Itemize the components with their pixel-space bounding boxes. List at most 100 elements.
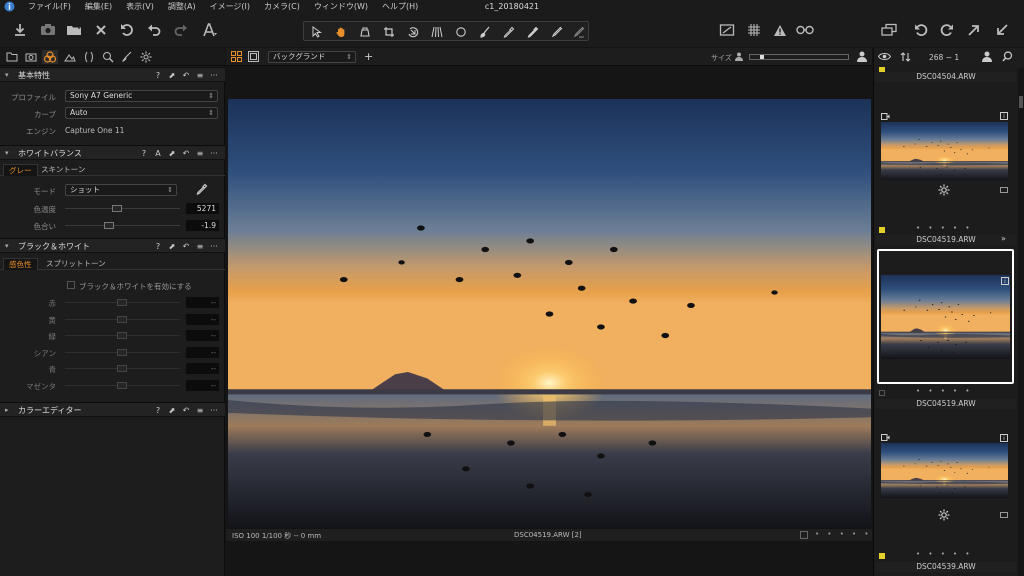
thumbnail-image[interactable] bbox=[881, 443, 1008, 498]
import-icon[interactable] bbox=[10, 20, 30, 40]
bw-channel-value[interactable]: -- bbox=[186, 330, 219, 341]
bw-channel-slider[interactable] bbox=[65, 315, 180, 323]
copy-apply-icon[interactable]: ⬈ bbox=[167, 148, 177, 160]
copy-adjustments-icon[interactable] bbox=[992, 20, 1012, 40]
rotate-cw-icon[interactable] bbox=[937, 20, 957, 40]
more-icon[interactable]: ··· bbox=[209, 405, 219, 417]
size-slider-knob[interactable] bbox=[760, 55, 764, 59]
export-folder-icon[interactable] bbox=[64, 20, 84, 40]
search-icon[interactable] bbox=[1002, 51, 1014, 63]
presets-icon[interactable]: ≡ bbox=[195, 405, 205, 417]
menu-window[interactable]: ウィンドウ(W) bbox=[307, 1, 375, 12]
copy-apply-icon[interactable]: ⬈ bbox=[167, 241, 177, 253]
menu-adjust[interactable]: 調整(A) bbox=[161, 1, 203, 12]
eye-icon[interactable] bbox=[878, 52, 892, 62]
more-icon[interactable]: ··· bbox=[209, 241, 219, 253]
bw-channel-slider[interactable] bbox=[65, 381, 180, 389]
bw-channel-value[interactable]: -- bbox=[186, 313, 219, 325]
more-icon[interactable]: ··· bbox=[209, 148, 219, 160]
help-icon[interactable]: ? bbox=[139, 148, 149, 160]
delete-icon[interactable] bbox=[91, 20, 111, 40]
white-balance-header[interactable]: ▾ ホワイトバランス ? A ⬈ ↶ ≡ ··· bbox=[0, 145, 225, 160]
bw-slider-knob[interactable] bbox=[117, 365, 127, 372]
lens-tab-icon[interactable] bbox=[81, 50, 97, 64]
menu-file[interactable]: ファイル(F) bbox=[21, 1, 78, 12]
presets-icon[interactable]: ≡ bbox=[195, 241, 205, 253]
color-tab-icon[interactable] bbox=[42, 50, 58, 64]
erase-mask-icon[interactable] bbox=[570, 23, 588, 41]
thumb-rating[interactable]: • • • • • bbox=[916, 224, 973, 232]
reset-icon[interactable]: ↶ bbox=[181, 148, 191, 160]
menu-camera[interactable]: カメラ(C) bbox=[257, 1, 307, 12]
bw-enable-checkbox[interactable] bbox=[67, 281, 75, 289]
reset-icon[interactable]: ↶ bbox=[181, 70, 191, 82]
mode-dropdown[interactable]: ショット ⇕ bbox=[65, 184, 177, 196]
exposure-warning-icon[interactable] bbox=[770, 20, 790, 40]
add-variant-icon[interactable]: + bbox=[364, 51, 376, 63]
bw-channel-slider[interactable] bbox=[65, 348, 180, 356]
adjustments-tab-icon[interactable] bbox=[119, 50, 135, 64]
collapse-arrow-icon[interactable]: ▾ bbox=[5, 242, 9, 250]
bw-channel-slider[interactable] bbox=[65, 365, 180, 372]
presets-icon[interactable]: ≡ bbox=[195, 70, 205, 82]
wb-picker-icon[interactable] bbox=[524, 23, 542, 41]
copy-apply-icon[interactable]: ⬈ bbox=[167, 405, 177, 417]
settings-tab-icon[interactable] bbox=[138, 50, 154, 64]
curve-dropdown[interactable]: Auto ⇕ bbox=[65, 107, 218, 119]
capture-tab-icon[interactable] bbox=[23, 50, 39, 64]
crop-tool-icon[interactable] bbox=[380, 23, 398, 41]
bw-slider-knob[interactable] bbox=[117, 299, 127, 306]
app-logo-icon[interactable] bbox=[3, 1, 15, 13]
tab-sensitivity[interactable]: 感色性 bbox=[3, 258, 38, 270]
rotate-ccw-icon[interactable] bbox=[911, 20, 931, 40]
auto-icon[interactable]: A bbox=[153, 148, 163, 160]
wb-picker-icon[interactable] bbox=[196, 183, 210, 197]
tint-slider-knob[interactable] bbox=[103, 222, 114, 229]
exposure-tab-icon[interactable] bbox=[62, 50, 78, 64]
help-icon[interactable]: ? bbox=[153, 70, 163, 82]
expand-arrow-icon[interactable]: ▸ bbox=[5, 406, 9, 414]
keystone-tool-icon[interactable] bbox=[428, 23, 446, 41]
gear-icon[interactable] bbox=[938, 184, 950, 196]
color-tag[interactable] bbox=[879, 227, 885, 233]
user-icon[interactable] bbox=[982, 51, 992, 63]
bw-slider-knob[interactable] bbox=[117, 332, 127, 339]
spot-removal-icon[interactable] bbox=[452, 23, 470, 41]
rotate-left-icon[interactable] bbox=[117, 20, 137, 40]
thumbnail[interactable]: i bbox=[878, 106, 1016, 240]
help-icon[interactable]: ? bbox=[153, 241, 163, 253]
color-tag[interactable] bbox=[879, 553, 885, 559]
menu-view[interactable]: 表示(V) bbox=[119, 1, 161, 12]
details-tab-icon[interactable] bbox=[100, 50, 116, 64]
bw-channel-slider[interactable] bbox=[65, 299, 180, 306]
select-checkbox[interactable] bbox=[800, 531, 808, 539]
camera-capture-icon[interactable] bbox=[38, 20, 58, 40]
thumbnail[interactable]: i bbox=[878, 433, 1016, 567]
menu-help[interactable]: ヘルプ(H) bbox=[375, 1, 425, 12]
collapse-arrow-icon[interactable]: ▾ bbox=[5, 149, 9, 157]
eyedropper-tool-icon[interactable] bbox=[500, 23, 518, 41]
bw-channel-value[interactable]: -- bbox=[186, 363, 219, 374]
tint-value[interactable]: -1.9 bbox=[186, 220, 219, 231]
browser-scrollbar[interactable] bbox=[1018, 68, 1024, 576]
loupe-tool-icon[interactable] bbox=[356, 23, 374, 41]
collapse-arrow-icon[interactable]: ▾ bbox=[5, 71, 9, 79]
black-white-header[interactable]: ▾ ブラック＆ホワイト ? ⬈ ↶ ≡ ··· bbox=[0, 238, 225, 253]
apply-adjustments-icon[interactable] bbox=[964, 20, 984, 40]
next-arrow-icon[interactable]: » bbox=[1001, 234, 1006, 243]
thumb-rating[interactable]: • • • • • bbox=[916, 550, 973, 558]
variant-dropdown[interactable]: バックグランド ⇕ bbox=[268, 51, 356, 63]
reset-icon[interactable]: ↶ bbox=[181, 405, 191, 417]
thumbnail-image[interactable] bbox=[881, 122, 1008, 180]
bw-slider-knob[interactable] bbox=[117, 381, 127, 389]
gear-icon[interactable] bbox=[938, 509, 950, 521]
redo-icon[interactable] bbox=[171, 20, 191, 40]
bw-slider-knob[interactable] bbox=[117, 315, 127, 323]
rotate-tool-icon[interactable] bbox=[404, 23, 422, 41]
library-tab-icon[interactable] bbox=[4, 50, 20, 64]
star-rating[interactable]: • • • • • bbox=[815, 530, 872, 538]
bw-slider-knob[interactable] bbox=[117, 348, 127, 356]
scrollbar-thumb[interactable] bbox=[1019, 96, 1023, 108]
grid-icon[interactable] bbox=[744, 20, 764, 40]
bw-channel-value[interactable]: -- bbox=[186, 297, 219, 308]
